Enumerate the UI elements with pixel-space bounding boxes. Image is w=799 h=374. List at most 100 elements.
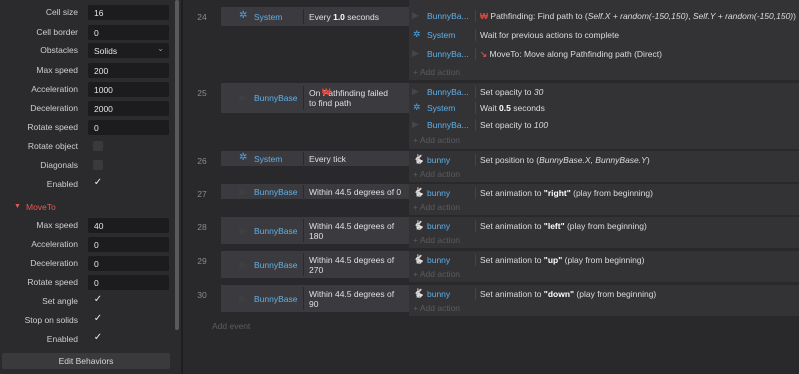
action-row[interactable]: 🐇 bunny Set position to (BunnyBase.X, Bu…: [409, 151, 799, 169]
prop-label: Enabled: [46, 334, 78, 344]
deceleration-input[interactable]: 2000: [88, 101, 169, 116]
action-text-pre: Set animation to: [480, 255, 544, 265]
condition-text: Within 44.5 degrees of 0: [309, 187, 402, 197]
action-separator: [475, 86, 476, 98]
event-condition[interactable]: ▶ BunnyBase Within 44.5 degrees of 0: [221, 184, 409, 199]
condition-separator: [303, 185, 304, 198]
action-list: 🐇 bunny Set animation to "up" (play from…: [409, 251, 799, 282]
action-object: BunnyBa...: [427, 49, 469, 59]
diagonals-checkbox[interactable]: [93, 160, 103, 170]
event-condition[interactable]: ▶ BunnyBase Within 44.5 degrees of 90: [221, 285, 409, 312]
add-action-link[interactable]: + Add action: [413, 202, 460, 212]
flag-icon: ▶: [239, 92, 248, 104]
action-separator: [475, 154, 476, 166]
event-block-24[interactable]: 24 ✲ System Every 1.0 seconds ▶ BunnyBa.…: [183, 0, 799, 80]
stop-on-solids-checkbox[interactable]: ✓: [93, 314, 103, 324]
action-row[interactable]: ▶ BunnyBa... Set opacity to 100: [409, 116, 799, 134]
action-text-bold: "up": [543, 255, 563, 265]
bunny-icon: 🐇: [413, 288, 425, 298]
action-row[interactable]: 🐇 bunny Set animation to "up" (play from…: [409, 251, 799, 269]
cell-border-input[interactable]: 0: [88, 25, 169, 40]
action-separator: [475, 254, 476, 266]
condition-text-line1: On Pathfinding failed: [309, 88, 388, 98]
action-row[interactable]: 🐇 bunny Set animation to "down" (play fr…: [409, 285, 799, 303]
event-condition[interactable]: ▶ BunnyBase On Pathfinding failed ₩ to f…: [221, 83, 409, 113]
prop-label: Set angle: [42, 296, 78, 306]
action-row[interactable]: ✲ System Wait 0.5 seconds: [409, 99, 799, 117]
set-angle-checkbox[interactable]: ✓: [93, 295, 103, 305]
moveto-enabled-checkbox[interactable]: ✓: [93, 333, 103, 343]
properties-scrollbar-thumb[interactable]: [175, 0, 179, 330]
event-condition[interactable]: ▶ BunnyBase Within 44.5 degrees of 180: [221, 217, 409, 244]
event-number: 30: [197, 290, 207, 300]
action-separator: [475, 48, 476, 60]
prop-row-acceleration: Acceleration 1000: [0, 80, 174, 99]
event-block-26[interactable]: 26 ✲ System Every tick 🐇 bunny Set posit…: [183, 151, 799, 182]
action-row[interactable]: ✲ System Wait for previous actions to co…: [409, 26, 799, 44]
action-separator: [475, 187, 476, 199]
action-list: ▶ BunnyBa... Set opacity to 30 ✲ System …: [409, 83, 799, 149]
add-action-link[interactable]: + Add action: [413, 169, 460, 179]
add-action-link[interactable]: + Add action: [413, 67, 460, 77]
action-separator: [475, 10, 476, 22]
action-text: Set animation to "up" (play from beginni…: [480, 255, 644, 265]
chevron-down-icon: ⌄: [157, 44, 164, 53]
event-condition[interactable]: ✲ System Every 1.0 seconds: [221, 7, 409, 26]
add-action-link[interactable]: + Add action: [413, 235, 460, 245]
cell-size-input[interactable]: 16: [88, 5, 169, 20]
enabled-checkbox[interactable]: ✓: [93, 178, 103, 188]
moveto-deceleration-input[interactable]: 0: [88, 256, 169, 271]
acceleration-input[interactable]: 1000: [88, 82, 169, 97]
prop-label: Diagonals: [40, 160, 78, 170]
moveto-rotate-speed-input[interactable]: 0: [88, 275, 169, 290]
moveto-acceleration-input[interactable]: 0: [88, 237, 169, 252]
event-block-27[interactable]: 27 ▶ BunnyBase Within 44.5 degrees of 0 …: [183, 184, 799, 215]
prop-label: Obstacles: [40, 45, 78, 55]
action-text-italic: BunnyBase.X, BunnyBase.Y: [539, 155, 647, 165]
flag-icon: ▶: [412, 48, 419, 58]
action-list: ▶ BunnyBa... ₩ Pathfinding: Find path to…: [409, 0, 799, 80]
action-text-bold: 0.5: [499, 103, 511, 113]
action-object: System: [427, 103, 456, 113]
event-block-29[interactable]: 29 ▶ BunnyBase Within 44.5 degrees of 27…: [183, 251, 799, 282]
obstacles-select[interactable]: Solids ⌄: [88, 43, 169, 58]
action-text-italic: 100: [533, 120, 549, 130]
flag-icon: ▶: [412, 119, 419, 129]
condition-text-line1: Within 44.5 degrees of: [309, 221, 395, 231]
plus-icon: +: [413, 235, 420, 245]
event-block-25[interactable]: ➜ 25 ▶ BunnyBase On Pathfinding failed ₩…: [183, 83, 799, 149]
action-object: BunnyBa...: [427, 87, 469, 97]
rotate-object-checkbox[interactable]: [93, 141, 103, 151]
moveto-section-header[interactable]: ▼ MoveTo: [0, 199, 174, 214]
action-text-post: (play from beginning): [562, 255, 645, 265]
action-row[interactable]: 🐇 bunny Set animation to "right" (play f…: [409, 184, 799, 202]
prop-label: Acceleration: [31, 239, 78, 249]
action-object: bunny: [427, 155, 451, 165]
action-row[interactable]: ▶ BunnyBa... ↘ MoveTo: Move along Pathfi…: [409, 45, 799, 63]
event-condition[interactable]: ▶ BunnyBase Within 44.5 degrees of 270: [221, 251, 409, 278]
flag-icon: ▶: [412, 86, 419, 96]
action-row[interactable]: ▶ BunnyBa... ₩ Pathfinding: Find path to…: [409, 7, 799, 25]
prop-label: Enabled: [46, 179, 78, 189]
action-row[interactable]: 🐇 bunny Set animation to "left" (play fr…: [409, 217, 799, 235]
edit-behaviors-button[interactable]: Edit Behaviors: [2, 353, 170, 369]
rotate-speed-input[interactable]: 0: [88, 120, 169, 135]
bunny-icon: 🐇: [413, 254, 425, 264]
add-action-link[interactable]: + Add action: [413, 135, 460, 145]
action-text-post: (play from beginning): [570, 188, 653, 198]
prop-label: Stop on solids: [24, 315, 78, 325]
event-block-28[interactable]: 28 ▶ BunnyBase Within 44.5 degrees of 18…: [183, 217, 799, 248]
event-condition[interactable]: ✲ System Every tick: [221, 151, 409, 166]
condition-object: System: [254, 154, 283, 164]
condition-text-line2: 180: [309, 231, 324, 241]
event-block-30[interactable]: 30 ▶ BunnyBase Within 44.5 degrees of 90…: [183, 285, 799, 316]
add-event-link[interactable]: Add event: [212, 321, 250, 331]
checkmark-icon: ✓: [93, 332, 103, 343]
max-speed-input[interactable]: 200: [88, 63, 169, 78]
condition-text-line2: 90: [309, 299, 319, 309]
flag-icon: ▶: [239, 259, 248, 271]
event-number: 27: [197, 189, 207, 199]
moveto-max-speed-input[interactable]: 40: [88, 218, 169, 233]
add-action-link[interactable]: + Add action: [413, 269, 460, 279]
add-action-link[interactable]: + Add action: [413, 303, 460, 313]
